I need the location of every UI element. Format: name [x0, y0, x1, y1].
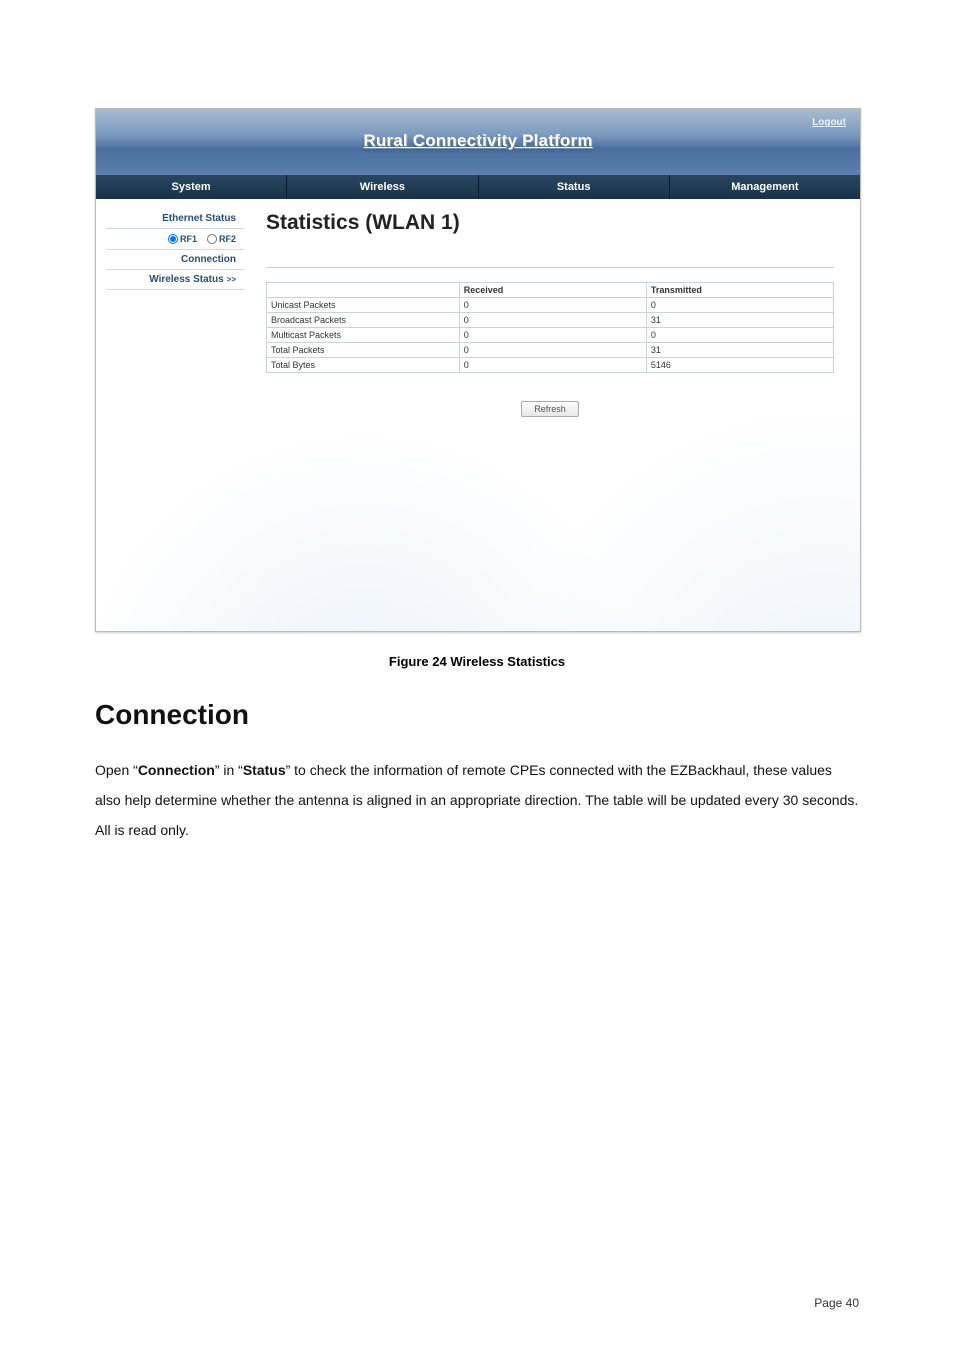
row-trans: 0: [646, 328, 833, 343]
row-label: Total Bytes: [267, 358, 460, 373]
banner-title: Rural Connectivity Platform: [96, 109, 860, 151]
table-row: Total Packets 0 31: [267, 343, 834, 358]
tab-management[interactable]: Management: [670, 175, 860, 199]
radio-rf2[interactable]: RF2: [207, 234, 236, 244]
page-title: Statistics (WLAN 1): [266, 211, 834, 235]
row-label: Multicast Packets: [267, 328, 460, 343]
sidebar: Ethernet Status RF1 RF2 Connection Wirel…: [106, 209, 244, 609]
sidebar-item-wireless-status-label: Wireless Status: [149, 274, 223, 285]
row-recv: 0: [459, 313, 646, 328]
tab-wireless[interactable]: Wireless: [287, 175, 478, 199]
divider: [266, 267, 834, 268]
row-label: Broadcast Packets: [267, 313, 460, 328]
row-trans: 5146: [646, 358, 833, 373]
sidebar-item-ethernet-status[interactable]: Ethernet Status: [106, 209, 244, 229]
row-recv: 0: [459, 358, 646, 373]
row-trans: 0: [646, 298, 833, 313]
table-header-row: Received Transmitted: [267, 283, 834, 298]
sidebar-item-connection[interactable]: Connection: [106, 250, 244, 270]
th-blank: [267, 283, 460, 298]
page-number: Page 40: [814, 1296, 859, 1310]
figure-caption: Figure 24 Wireless Statistics: [95, 654, 859, 669]
table-row: Multicast Packets 0 0: [267, 328, 834, 343]
th-transmitted: Transmitted: [646, 283, 833, 298]
table-row: Unicast Packets 0 0: [267, 298, 834, 313]
row-trans: 31: [646, 343, 833, 358]
radio-rf2-label: RF2: [219, 234, 236, 244]
row-label: Unicast Packets: [267, 298, 460, 313]
refresh-button[interactable]: Refresh: [521, 401, 579, 417]
sidebar-rf-radios: RF1 RF2: [106, 229, 244, 250]
radio-rf1-input[interactable]: [168, 234, 178, 244]
para-text: ” in “: [215, 762, 243, 778]
para-bold-status: Status: [243, 762, 286, 778]
section-heading: Connection: [95, 699, 859, 731]
sidebar-item-wireless-status[interactable]: Wireless Status >>: [106, 270, 244, 290]
radio-rf1[interactable]: RF1: [168, 234, 197, 244]
table-row: Broadcast Packets 0 31: [267, 313, 834, 328]
row-label: Total Packets: [267, 343, 460, 358]
chevron-right-icon: >>: [227, 275, 236, 284]
para-text: Open “: [95, 762, 138, 778]
main-content: Statistics (WLAN 1) Received Transmitted…: [244, 209, 850, 609]
row-trans: 31: [646, 313, 833, 328]
tab-system[interactable]: System: [96, 175, 287, 199]
row-recv: 0: [459, 328, 646, 343]
refresh-wrap: Refresh: [266, 373, 834, 425]
statistics-table: Received Transmitted Unicast Packets 0 0…: [266, 282, 834, 373]
section-paragraph: Open “Connection” in “Status” to check t…: [95, 755, 859, 845]
logout-link[interactable]: Logout: [812, 117, 846, 128]
radio-rf1-label: RF1: [180, 234, 197, 244]
tab-status[interactable]: Status: [479, 175, 670, 199]
para-bold-connection: Connection: [138, 762, 215, 778]
table-row: Total Bytes 0 5146: [267, 358, 834, 373]
radio-rf2-input[interactable]: [207, 234, 217, 244]
row-recv: 0: [459, 298, 646, 313]
row-recv: 0: [459, 343, 646, 358]
top-tabs: System Wireless Status Management: [96, 175, 860, 199]
banner: Rural Connectivity Platform Logout: [96, 109, 860, 175]
th-received: Received: [459, 283, 646, 298]
app-screenshot: Rural Connectivity Platform Logout Syste…: [95, 108, 861, 632]
